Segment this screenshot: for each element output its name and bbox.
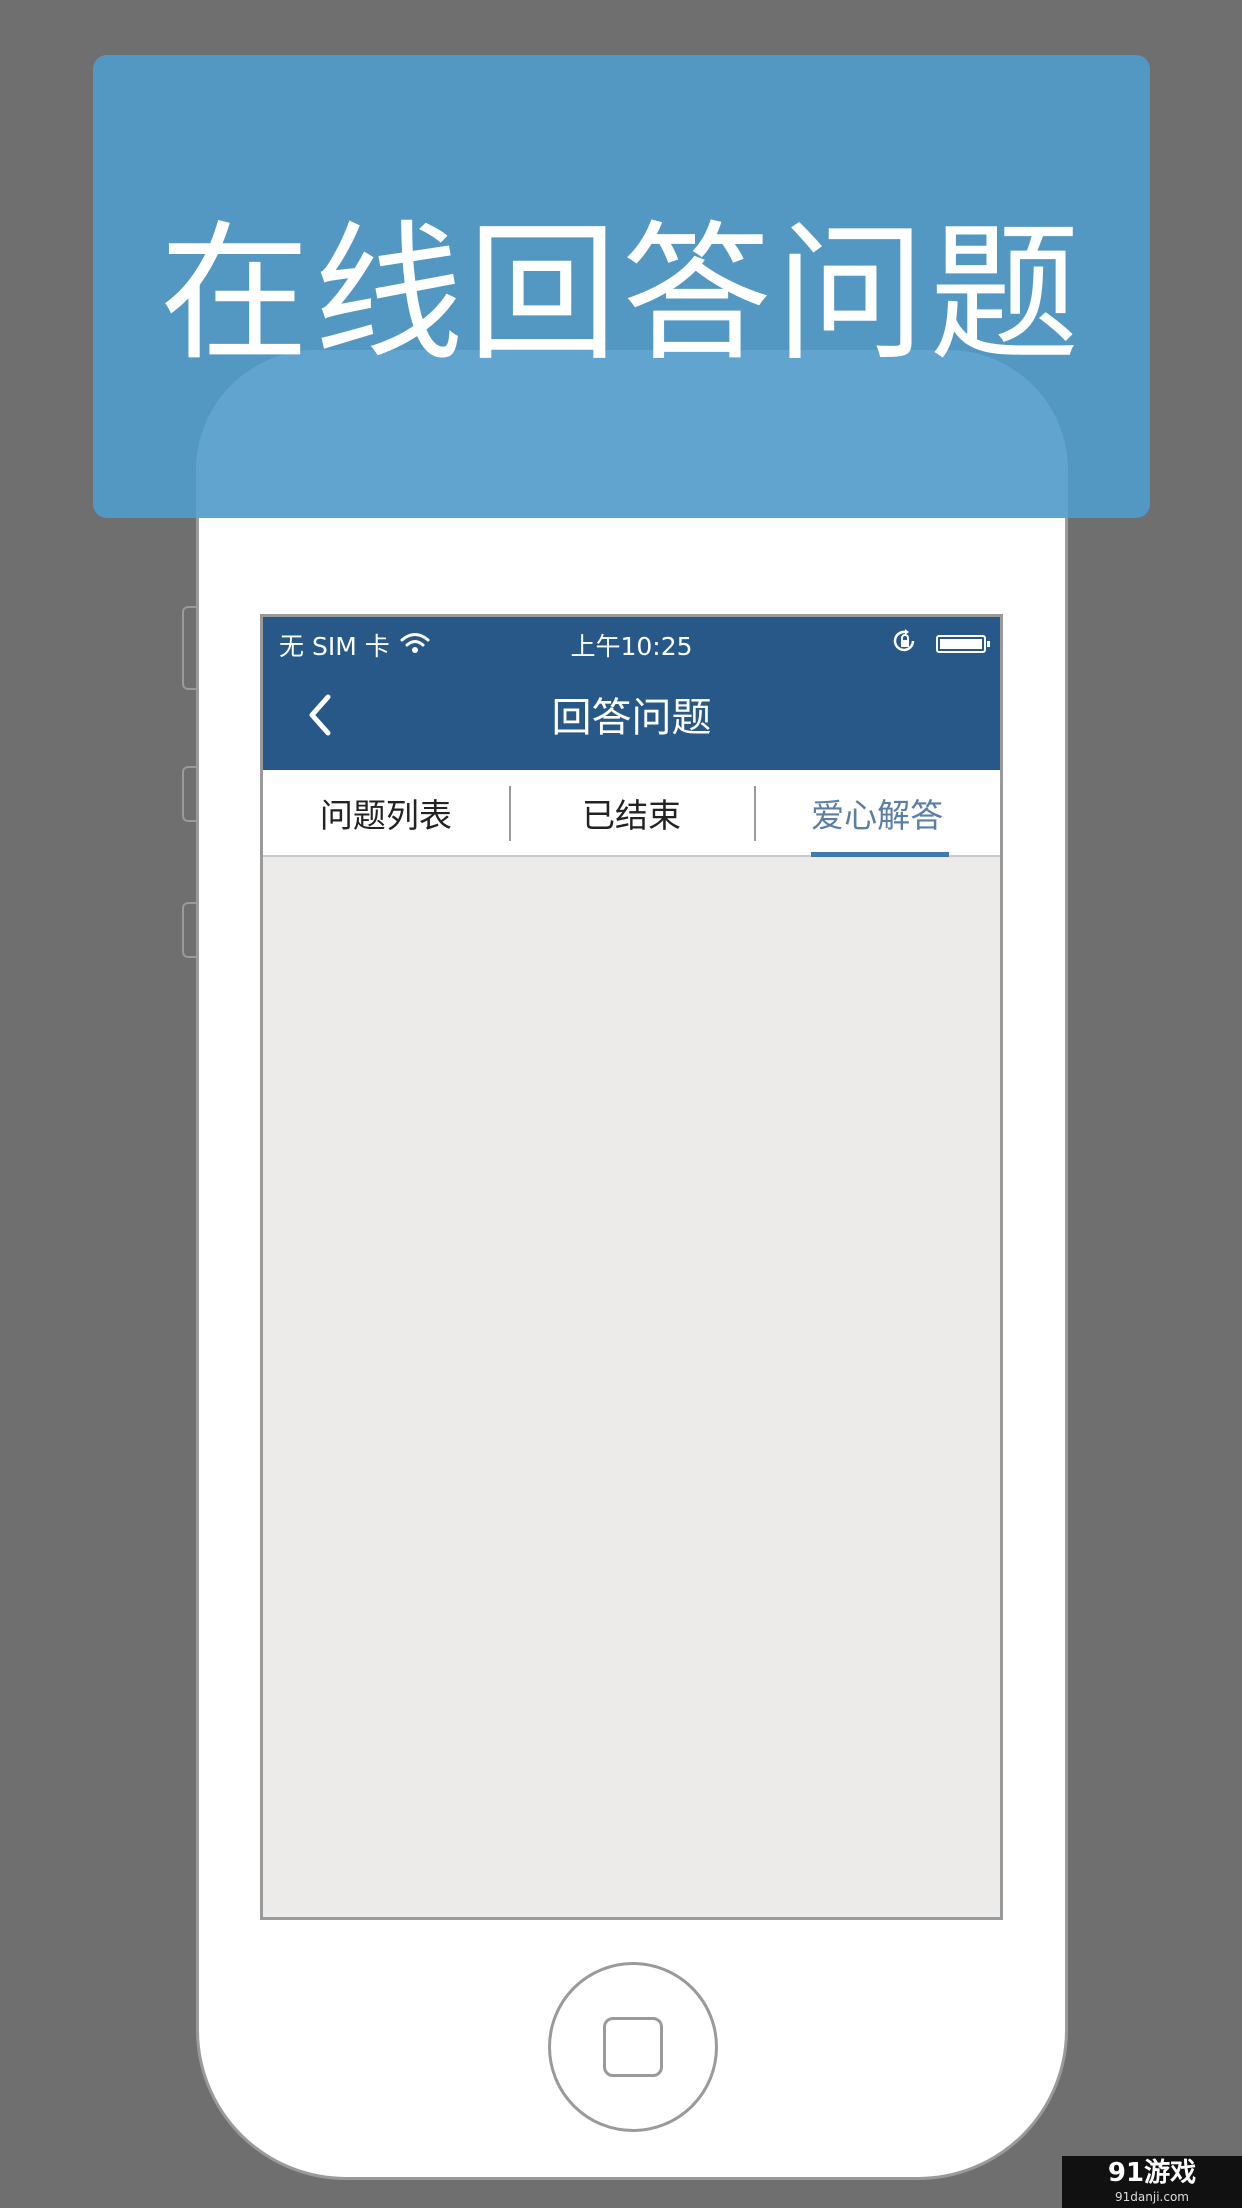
watermark-brand: 91游戏 [1107, 2158, 1197, 2188]
mute-switch [182, 606, 196, 690]
volume-up-button [182, 766, 196, 822]
home-square-icon [603, 2017, 663, 2077]
orientation-lock-icon [892, 629, 918, 659]
banner-title: 在线回答问题 [159, 208, 1084, 382]
promo-banner: 在线回答问题 [93, 55, 1150, 518]
tab-bar: 问题列表 已结束 爱心解答 [263, 770, 1000, 857]
watermark-url: 91danji.com [1115, 2190, 1189, 2204]
home-button[interactable] [548, 1962, 718, 2132]
content-area [263, 857, 1000, 1917]
tab-question-list[interactable]: 问题列表 [263, 770, 509, 855]
battery-icon [936, 635, 990, 653]
tab-charity-answer[interactable]: 爱心解答 [754, 770, 1000, 857]
volume-down-button [182, 902, 196, 958]
status-bar: 无 SIM 卡 上午10:25 [263, 617, 1000, 667]
watermark: 91游戏 91danji.com [1062, 2156, 1242, 2208]
tab-finished[interactable]: 已结束 [508, 770, 755, 855]
status-time: 上午10:25 [570, 632, 693, 661]
app-screen: 无 SIM 卡 上午10:25 回答问题 问题列表 已结束 爱心解答 [260, 614, 1003, 1920]
nav-bar: 回答问题 [263, 667, 1000, 770]
page-title: 回答问题 [551, 695, 712, 741]
